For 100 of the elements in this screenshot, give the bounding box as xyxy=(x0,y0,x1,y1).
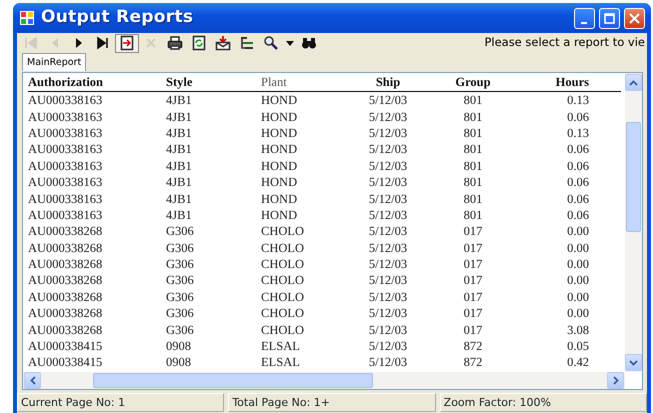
table-cell-text: 0.06 xyxy=(567,174,590,190)
table-cell: HOND xyxy=(261,108,298,125)
table-cell: 801 xyxy=(464,124,482,141)
status-text: Zoom Factor: 100% xyxy=(440,393,647,412)
table-cell: ELSAL xyxy=(261,354,300,370)
table-cell: G306 xyxy=(166,272,194,288)
table-cell: HOND xyxy=(261,141,298,158)
group-tree-icon[interactable] xyxy=(239,35,255,51)
table-cell: CHOLO xyxy=(261,288,304,305)
scrollbar-thumb[interactable] xyxy=(626,122,641,232)
table-cell: HOND xyxy=(261,190,298,207)
table-cell: G306 xyxy=(166,322,194,338)
table-cell: AU000338163 xyxy=(28,124,102,141)
refresh-icon[interactable] xyxy=(191,35,207,51)
table-cell: G306 xyxy=(166,240,194,256)
table-cell: 017 xyxy=(464,288,482,305)
table-cell: AU000338415 xyxy=(28,354,102,370)
table-cell: AU000338163 xyxy=(28,158,102,174)
table-cell: 0908 xyxy=(166,338,191,354)
table-cell: AU000338268 xyxy=(28,240,102,256)
table-cell: 5/12/03 xyxy=(368,256,408,272)
table-cell: G306 xyxy=(166,288,194,305)
table-cell: HOND xyxy=(261,206,298,223)
table-cell: 4JB1 xyxy=(166,92,192,108)
table-cell: ELSAL xyxy=(261,338,300,354)
table-cell-text: 0.06 xyxy=(567,141,590,158)
print-icon[interactable] xyxy=(167,35,183,51)
close-button[interactable] xyxy=(624,8,645,28)
table-cell: 801 xyxy=(464,206,482,223)
table-cell: 801 xyxy=(464,174,482,190)
table-cell: CHOLO xyxy=(261,272,304,288)
table-cell: 5/12/03 xyxy=(368,92,408,108)
scroll-left-button[interactable] xyxy=(24,372,41,389)
column-header: Authorization xyxy=(28,74,103,91)
table-cell: 801 xyxy=(464,158,482,174)
table-cell: 017 xyxy=(464,223,482,240)
table-cell: AU000338163 xyxy=(28,141,102,158)
table-cell: 5/12/03 xyxy=(368,190,408,207)
table-cell: 017 xyxy=(464,256,482,272)
minimize-button[interactable] xyxy=(574,8,595,28)
window-title: Output Reports xyxy=(41,6,194,30)
table-cell: 017 xyxy=(464,305,482,322)
table-cell-text: 0.42 xyxy=(567,354,590,370)
table-cell: HOND xyxy=(261,174,298,190)
maximize-icon[interactable] xyxy=(603,12,616,24)
table-cell: AU000338163 xyxy=(28,108,102,125)
table-cell-text: 0.05 xyxy=(567,338,590,354)
table-cell: 017 xyxy=(464,322,482,338)
column-header: Style xyxy=(166,74,192,91)
close-icon[interactable] xyxy=(628,12,641,24)
table-cell: 4JB1 xyxy=(166,124,192,141)
binoculars-icon[interactable] xyxy=(301,35,317,51)
table-cell: G306 xyxy=(166,256,194,272)
table-cell: AU000338268 xyxy=(28,272,102,288)
table-cell: 4JB1 xyxy=(166,174,192,190)
scroll-up-button[interactable] xyxy=(625,74,642,91)
table-cell: 5/12/03 xyxy=(368,322,408,338)
table-cell: AU000338163 xyxy=(28,174,102,190)
table-cell: 4JB1 xyxy=(166,190,192,207)
scroll-right-button[interactable] xyxy=(607,372,624,389)
table-cell: 4JB1 xyxy=(166,141,192,158)
table-cell: CHOLO xyxy=(261,223,304,240)
table-cell-text: 0.06 xyxy=(567,108,590,125)
table-cell: 5/12/03 xyxy=(368,174,408,190)
table-cell: AU000338163 xyxy=(28,206,102,223)
table-cell: AU000338163 xyxy=(28,92,102,108)
scroll-down-button[interactable] xyxy=(625,354,642,371)
table-cell: AU000338268 xyxy=(28,288,102,305)
app-icon xyxy=(19,10,35,26)
table-cell: 801 xyxy=(464,92,482,108)
table-cell: CHOLO xyxy=(261,256,304,272)
last-page-icon[interactable] xyxy=(95,35,111,51)
table-cell-text: 0.13 xyxy=(567,124,590,141)
table-cell-text: 0.00 xyxy=(567,256,590,272)
table-cell-text: 0.00 xyxy=(567,288,590,305)
maximize-button[interactable] xyxy=(599,8,620,28)
table-cell: AU000338268 xyxy=(28,223,102,240)
table-cell: AU000338163 xyxy=(28,190,102,207)
table-cell: 872 xyxy=(464,354,482,370)
status-text: Total Page No: 1+ xyxy=(228,393,436,412)
table-cell: 017 xyxy=(464,240,482,256)
scrollbar-thumb[interactable] xyxy=(93,373,373,388)
table-cell: 017 xyxy=(464,272,482,288)
table-cell: 5/12/03 xyxy=(368,305,408,322)
table-cell: 5/12/03 xyxy=(368,223,408,240)
table-cell: CHOLO xyxy=(261,322,304,338)
column-header: Ship xyxy=(376,74,400,91)
envelope-icon[interactable] xyxy=(215,35,231,51)
column-header: Plant xyxy=(261,74,287,91)
table-cell: 5/12/03 xyxy=(368,338,408,354)
table-cell: AU000338268 xyxy=(28,256,102,272)
column-header: Hours xyxy=(556,74,590,91)
table-cell: 5/12/03 xyxy=(368,354,408,370)
zoom-icon[interactable] xyxy=(263,35,279,51)
table-cell: 5/12/03 xyxy=(368,288,408,305)
table-cell-text: 0.00 xyxy=(567,223,590,240)
table-cell-text: 0.06 xyxy=(567,190,590,207)
table-cell-text: 0.00 xyxy=(567,240,590,256)
report-tab[interactable]: MainReport xyxy=(22,53,86,71)
go-to-page-icon[interactable] xyxy=(119,35,135,51)
